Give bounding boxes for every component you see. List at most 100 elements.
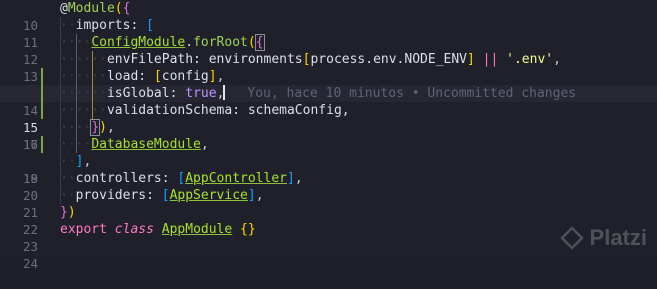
platzi-logo-icon [559,226,584,250]
git-blame-annotation: You, hace 10 minutos • Uncommitted chang… [247,86,577,101]
watermark-brand: Platzi [589,225,647,250]
modified-line-indicator[interactable] [41,136,43,153]
comma: , [200,137,209,152]
paren-open: ( [114,1,123,16]
platzi-watermark: Platzi [559,225,647,251]
paren-open: ( [247,35,256,50]
code-line[interactable]: 11 ··imports: [ [0,17,657,50]
class-app-service: AppService [169,188,248,203]
string-env: '.env' [506,52,554,67]
brace-close: } [60,205,68,220]
env-expression: process.env.NODE_ENV [310,52,468,67]
modified-line-indicator[interactable] [41,85,43,102]
code-line[interactable]: 16 ······validationSchema: schemaConfig, [0,102,657,152]
bracket-open: [ [146,18,154,33]
property-providers: providers: [75,188,162,203]
indent-whitespace: ······ [60,69,107,84]
code-line[interactable]: 22 }) [0,204,657,237]
comma: , [553,52,561,67]
bracket-open: [ [153,69,162,84]
method-for-root: forRoot [193,35,248,50]
code-text[interactable]: ······load: [config], [60,68,224,85]
code-text[interactable]: export class AppModule {} [60,221,256,238]
property-env-file-path: envFilePath: environments [106,52,303,67]
comma: , [83,154,92,169]
code-line[interactable]: 13 ······envFilePath: environments[proce… [0,51,657,84]
identifier-config: config [161,69,209,84]
code-line[interactable]: 12 ····ConfigModule.forRoot({ [0,34,657,67]
brace-open: { [122,1,131,16]
comma: , [255,188,264,203]
boolean-true: true [185,86,217,101]
indent-whitespace: ······ [60,103,107,118]
property-is-global: isGlobal: [106,86,186,101]
code-line[interactable]: 24 [0,238,657,271]
operator-or: || [482,52,499,67]
code-text[interactable]: ··imports: [ [60,17,154,34]
code-text[interactable]: @Module({ [60,0,130,17]
code-text[interactable]: ··], [60,153,91,170]
class-app-controller: AppController [185,171,287,186]
brace-close-matched: } [90,119,101,136]
class-database-module: DatabaseModule [91,137,201,152]
code-editor[interactable]: 10 @Module({ 11 ··imports: [ 12 ····Conf… [0,0,657,271]
property-imports: imports: [75,18,147,33]
code-line[interactable]: 18 ····DatabaseModule, [0,136,657,186]
indent-whitespace: ·· [60,154,76,169]
bracket-close: ] [467,52,475,67]
code-line[interactable]: 14 ······load: [config], [0,68,657,118]
modified-line-indicator[interactable] [41,102,43,119]
indent-whitespace: ······ [60,52,107,67]
indent-guide-bracket-pair [92,51,93,119]
dot: . [185,35,194,50]
indent-whitespace: ······ [60,86,107,101]
code-line[interactable]: 21 ··providers: [AppService], [0,187,657,220]
comma: , [106,120,115,135]
code-line[interactable]: 17 ····}), [0,119,657,152]
code-line[interactable]: 10 @Module({ [0,0,657,33]
empty-braces: {} [240,222,256,237]
class-app-module: AppModule [161,222,233,237]
brace-open-matched: { [254,34,265,51]
decorator-at: @ [60,1,68,16]
decorator-name: Module [67,1,115,16]
code-line-current[interactable]: 15 ······isGlobal: true, You, hace 10 min… [0,85,657,135]
code-text[interactable]: ····ConfigModule.forRoot({ [60,34,265,51]
bracket-close: ] [208,69,217,84]
paren-close: ) [99,120,107,135]
text-cursor [223,85,226,100]
code-line[interactable]: 19 ··], [0,153,657,186]
bracket-close: ] [286,171,295,186]
code-line[interactable]: 20 ··controllers: [AppController], [0,170,657,203]
indent-whitespace: ·· [60,18,76,33]
comma: , [294,171,303,186]
code-text[interactable]: ······envFilePath: environments[process.… [60,51,561,68]
bracket-close: ] [247,188,256,203]
comma: , [216,69,225,84]
property-validation-schema: validationSchema: schemaConfig, [106,103,350,118]
paren-close: ) [67,205,76,220]
modified-line-indicator[interactable] [41,68,43,85]
code-text[interactable]: ······validationSchema: schemaConfig, [60,102,350,119]
indent-whitespace: ·· [60,171,76,186]
indent-guide-active [76,34,77,153]
code-line[interactable]: 23 export class AppModule {} [0,221,657,254]
keyword-export: export [60,222,107,237]
code-text[interactable]: ····}), [60,119,115,136]
indent-guide [60,17,61,204]
code-text[interactable]: }) [60,204,76,221]
property-load: load: [106,69,154,84]
code-text[interactable]: ··providers: [AppService], [60,187,264,204]
keyword-class: class [114,222,154,237]
code-text[interactable]: ······isGlobal: true, You, hace 10 minuto… [60,85,576,102]
line-number[interactable]: 24 [0,255,38,272]
indent-whitespace: ·· [60,188,76,203]
class-config-module: ConfigModule [91,35,186,50]
code-text[interactable]: ··controllers: [AppController], [60,170,303,187]
code-text[interactable]: ····DatabaseModule, [60,136,209,153]
